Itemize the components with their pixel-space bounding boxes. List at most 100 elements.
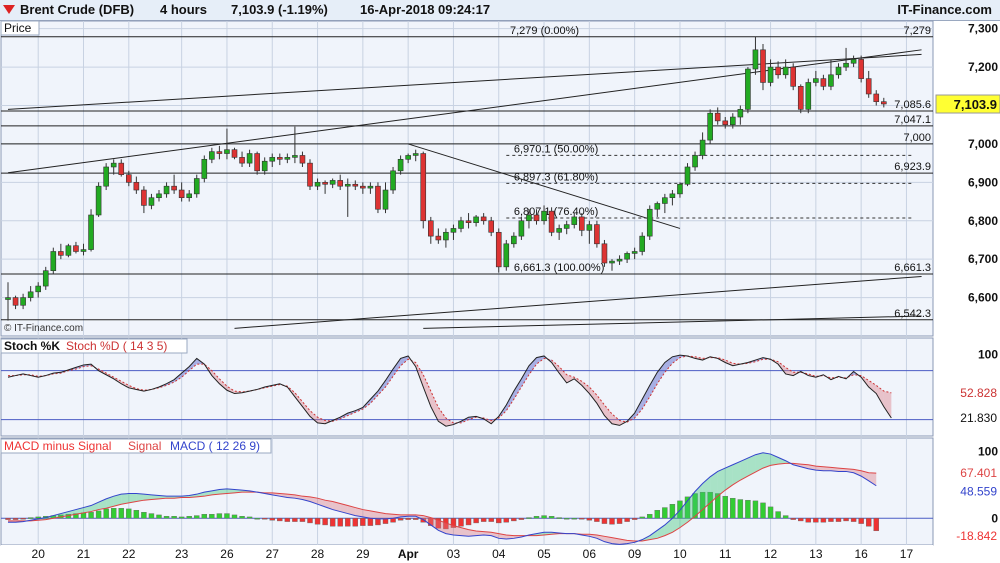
candle-body bbox=[745, 68, 751, 110]
macd-hist-bar bbox=[262, 518, 268, 520]
candle-body bbox=[186, 193, 192, 199]
macd-hist-bar bbox=[631, 518, 638, 520]
stoch-d-title: Stoch %D ( 14 3 5) bbox=[66, 339, 167, 353]
candle-body bbox=[276, 157, 283, 160]
macd-hist-bar bbox=[533, 516, 540, 519]
x-tick-label: 27 bbox=[266, 547, 280, 561]
candle-body bbox=[352, 183, 359, 187]
macd-hist-bar bbox=[209, 514, 215, 519]
macd-hist-bar bbox=[178, 516, 185, 519]
y-tick-label: 7,000 bbox=[968, 137, 998, 151]
candle-body bbox=[813, 78, 819, 83]
macd-hist-bar bbox=[110, 508, 117, 519]
x-tick-label: 11 bbox=[719, 547, 732, 561]
candle-body bbox=[533, 214, 540, 222]
candle-body bbox=[548, 210, 555, 233]
candle-body bbox=[156, 193, 162, 199]
macd-macd-value: 48.559 bbox=[960, 485, 997, 499]
x-tick-label: Apr bbox=[398, 547, 419, 561]
macd-hist-bar bbox=[480, 518, 487, 522]
macd-hist-bar bbox=[367, 518, 374, 526]
candle-body bbox=[427, 220, 434, 237]
y-tick-label: 6,600 bbox=[968, 291, 998, 305]
candle-body bbox=[80, 249, 87, 252]
y-tick-label: 6,700 bbox=[968, 252, 998, 266]
candle-body bbox=[609, 260, 615, 264]
candle-body bbox=[563, 224, 570, 229]
candle-body bbox=[752, 49, 759, 70]
candle-body bbox=[722, 120, 729, 126]
x-tick-label: 23 bbox=[175, 547, 189, 561]
macd-hist-bar bbox=[526, 517, 532, 519]
macd-hist-bar bbox=[760, 502, 766, 519]
macd-hist-bar bbox=[843, 518, 849, 522]
candle-body bbox=[73, 245, 79, 252]
candle-body bbox=[526, 214, 532, 222]
macd-hist-bar bbox=[790, 518, 796, 520]
macd-hist-bar bbox=[314, 518, 321, 525]
candle-body bbox=[405, 155, 411, 160]
candle-body bbox=[473, 216, 479, 223]
macd-hist-bar bbox=[496, 518, 502, 524]
candle-body bbox=[148, 197, 155, 206]
macd-hist-bar bbox=[654, 510, 660, 519]
candle-body bbox=[171, 185, 177, 191]
candle-body bbox=[254, 153, 260, 172]
y-tick-label: 6,900 bbox=[968, 175, 998, 189]
fib-label: 6,661.3 (100.00%) bbox=[514, 262, 605, 274]
x-tick-label: 10 bbox=[673, 547, 687, 561]
x-tick-label: 26 bbox=[220, 547, 234, 561]
candle-body bbox=[193, 178, 200, 195]
watermark: © IT-Finance.com bbox=[4, 323, 83, 334]
macd-hist-bar bbox=[413, 518, 419, 520]
x-tick-label: 22 bbox=[122, 547, 136, 561]
macd-hist-bar bbox=[601, 518, 608, 524]
candle-body bbox=[729, 116, 736, 126]
macd-hist-bar bbox=[473, 518, 479, 524]
macd-hist-bar bbox=[465, 518, 472, 526]
candle-body bbox=[767, 66, 774, 83]
macd-hist-bar bbox=[299, 518, 306, 522]
macd-hist-bar bbox=[239, 516, 245, 519]
macd-hist-bar bbox=[397, 518, 404, 521]
fib-label: 6,970.1 (50.00%) bbox=[514, 143, 598, 155]
candle-body bbox=[209, 151, 215, 160]
candle-body bbox=[797, 86, 804, 110]
macd-hist-bar bbox=[277, 518, 283, 522]
macd-hist-bar bbox=[133, 510, 140, 519]
macd-hist-bar bbox=[556, 517, 562, 519]
macd-hist-bar bbox=[730, 497, 736, 519]
candle-body bbox=[865, 78, 872, 95]
macd-hist-bar bbox=[782, 515, 789, 519]
macd-hist-value: -18.842 bbox=[956, 529, 997, 543]
macd-signal-value: 67.401 bbox=[960, 466, 997, 480]
x-tick-label: 12 bbox=[764, 547, 778, 561]
macd-hist-bar bbox=[813, 518, 819, 523]
macd-hist-bar bbox=[126, 508, 132, 519]
candle-body bbox=[677, 183, 683, 195]
candle-body bbox=[246, 153, 253, 164]
macd-hist-bar bbox=[503, 518, 509, 523]
macd-hist-bar bbox=[246, 516, 253, 519]
macd-hist-bar bbox=[231, 514, 238, 519]
candle-body bbox=[835, 66, 842, 76]
candle-body bbox=[639, 235, 646, 252]
macd-hist-bar bbox=[571, 518, 577, 520]
chart-window: Brent Crude (DFB) 4 hours 7,103.9 (-1.19… bbox=[0, 0, 1000, 563]
candle-body bbox=[465, 220, 472, 223]
candle-body bbox=[571, 216, 578, 225]
candle-body bbox=[443, 231, 449, 241]
macd-hist-bar bbox=[254, 518, 260, 520]
macd-hist-bar bbox=[88, 512, 94, 519]
candle-body bbox=[216, 151, 223, 154]
macd-hist-title: MACD minus Signal bbox=[4, 439, 111, 453]
candle-body bbox=[669, 193, 676, 199]
candle-body bbox=[601, 243, 608, 264]
macd-hist-bar bbox=[360, 518, 366, 526]
level-label: 7,279 bbox=[903, 25, 931, 37]
macd-hist-bar bbox=[564, 518, 570, 520]
current-price-value: 7,103.9 bbox=[954, 97, 997, 112]
candle-body bbox=[790, 66, 797, 87]
candle-body bbox=[578, 216, 585, 231]
chart-canvas[interactable]: 20 21 22 23 26 27 28 29 Apr 03 04 05 06 09 10 11 12 13 16 1… bbox=[0, 0, 1000, 563]
